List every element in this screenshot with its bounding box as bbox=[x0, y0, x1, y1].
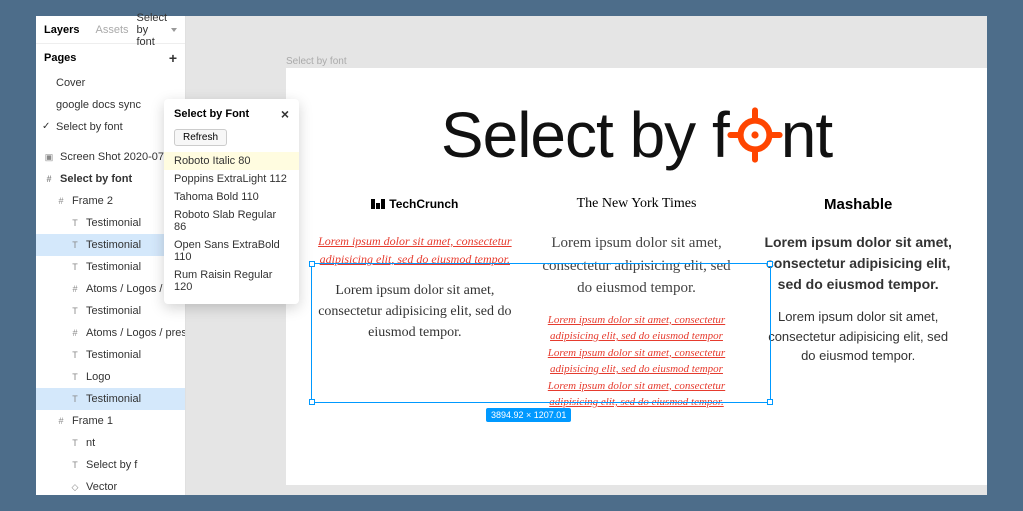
column-2: The New York Times Lorem ipsum dolor sit… bbox=[538, 190, 736, 423]
layer-row[interactable]: T Testimonial bbox=[36, 344, 185, 366]
add-page-button[interactable]: + bbox=[169, 50, 177, 66]
frame-icon: # bbox=[70, 284, 80, 294]
layer-label: Testimonial bbox=[86, 239, 141, 251]
text-icon: T bbox=[70, 306, 80, 316]
layer-row[interactable]: ▣Screen Shot 2020-07-08 at 16 bbox=[36, 146, 185, 168]
layer-label: Testimonial bbox=[86, 261, 141, 273]
layer-label: Testimonial bbox=[86, 349, 141, 361]
layer-label: Frame 2 bbox=[72, 195, 113, 207]
page-item[interactable]: google docs sync bbox=[36, 94, 185, 116]
tab-layers[interactable]: Layers bbox=[36, 24, 87, 36]
layer-row[interactable]: T Testimonial bbox=[36, 234, 185, 256]
columns: TechCrunch Lorem ipsum dolor sit amet, c… bbox=[286, 190, 987, 423]
headline: Select by f nt bbox=[286, 68, 987, 190]
text-icon: T bbox=[70, 372, 80, 382]
layer-label: Logo bbox=[86, 371, 110, 383]
frame-icon: # bbox=[44, 174, 54, 184]
image-icon: ▣ bbox=[44, 152, 54, 162]
brand-nyt: The New York Times bbox=[538, 190, 736, 218]
font-option[interactable]: Roboto Italic 80 bbox=[164, 152, 299, 170]
layer-row[interactable]: T Testimonial bbox=[36, 212, 185, 234]
testimonial-text[interactable]: Lorem ipsum dolor sit amet, consectetur … bbox=[538, 312, 736, 411]
font-option[interactable]: Roboto Slab Regular 86 bbox=[164, 206, 299, 236]
page-dropdown-label: Select by font bbox=[137, 12, 169, 48]
layer-row[interactable]: T Select by f bbox=[36, 454, 185, 476]
text-icon: T bbox=[70, 218, 80, 228]
layer-row[interactable]: ◇ Vector bbox=[36, 476, 185, 498]
layer-row[interactable]: # Select by font bbox=[36, 168, 185, 190]
headline-text: Select by f nt bbox=[441, 98, 832, 172]
brand-techcrunch: TechCrunch bbox=[316, 190, 514, 218]
techcrunch-logo-icon bbox=[371, 199, 385, 209]
testimonial-text[interactable]: Lorem ipsum dolor sit amet, consectetur … bbox=[316, 232, 514, 268]
testimonial-text[interactable]: Lorem ipsum dolor sit amet, consectetur … bbox=[759, 307, 957, 366]
testimonial-text[interactable]: Lorem ipsum dolor sit amet, consectetur … bbox=[316, 280, 514, 343]
layer-row[interactable]: # Frame 2 bbox=[36, 190, 185, 212]
close-icon[interactable]: × bbox=[281, 107, 289, 121]
font-option[interactable]: Poppins ExtraLight 112 bbox=[164, 170, 299, 188]
layer-label: Select by f bbox=[86, 459, 137, 471]
frame-icon: # bbox=[70, 328, 80, 338]
text-icon: T bbox=[70, 262, 80, 272]
column-3: Mashable Lorem ipsum dolor sit amet, con… bbox=[759, 190, 957, 423]
page-item[interactable]: Select by font bbox=[36, 116, 185, 138]
layer-label: Select by font bbox=[60, 173, 132, 185]
testimonial-text[interactable]: Lorem ipsum dolor sit amet, consectetur … bbox=[759, 232, 957, 295]
select-by-font-popover: Select by Font × Refresh Roboto Italic 8… bbox=[164, 99, 299, 304]
text-icon: T bbox=[70, 460, 80, 470]
tab-assets[interactable]: Assets bbox=[87, 24, 136, 36]
page-list: Cover google docs sync Select by font bbox=[36, 72, 185, 138]
pages-heading: Pages + bbox=[36, 44, 185, 72]
text-icon: T bbox=[70, 438, 80, 448]
page-dropdown[interactable]: Select by font bbox=[137, 12, 178, 48]
column-1: TechCrunch Lorem ipsum dolor sit amet, c… bbox=[316, 190, 514, 423]
text-icon: T bbox=[70, 240, 80, 250]
layer-label: Testimonial bbox=[86, 305, 141, 317]
layer-row[interactable]: # Atoms / Logos / pres bbox=[36, 322, 185, 344]
artboard: Select by f nt bbox=[286, 68, 987, 485]
font-option[interactable]: Rum Raisin Regular 120 bbox=[164, 266, 299, 296]
vector-icon: ◇ bbox=[70, 482, 80, 492]
frame-icon: # bbox=[56, 196, 66, 206]
layer-row[interactable]: T Testimonial bbox=[36, 388, 185, 410]
text-icon: T bbox=[70, 350, 80, 360]
canvas[interactable]: Select by font Select by f nt bbox=[186, 16, 987, 495]
layer-label: Atoms / Logos / pres bbox=[86, 327, 185, 339]
font-list: Roboto Italic 80Poppins ExtraLight 112Ta… bbox=[164, 152, 299, 296]
layer-label: nt bbox=[86, 437, 95, 449]
font-option[interactable]: Tahoma Bold 110 bbox=[164, 188, 299, 206]
popover-title: Select by Font bbox=[174, 108, 249, 120]
popover-header: Select by Font × bbox=[164, 107, 299, 127]
testimonial-text[interactable]: Lorem ipsum dolor sit amet, consectetur … bbox=[538, 232, 736, 300]
layer-row[interactable]: T Testimonial bbox=[36, 300, 185, 322]
frame-icon: # bbox=[56, 416, 66, 426]
text-icon: T bbox=[70, 394, 80, 404]
brand-mashable: Mashable bbox=[759, 190, 957, 218]
refresh-button[interactable]: Refresh bbox=[174, 129, 227, 146]
layer-row[interactable]: #Atoms / Logos / pres bbox=[36, 278, 185, 300]
page-item[interactable]: Cover bbox=[36, 72, 185, 94]
headline-right: nt bbox=[781, 98, 832, 172]
target-icon bbox=[725, 105, 785, 165]
layer-row[interactable]: T Testimonial bbox=[36, 256, 185, 278]
layer-list: ▣Screen Shot 2020-07-08 at 16 # Select by … bbox=[36, 146, 185, 498]
selection-dimensions-badge: 3894.92 × 1207.01 bbox=[486, 408, 571, 422]
panel-topbar: Layers Assets Select by font bbox=[36, 16, 185, 44]
layer-label: Testimonial bbox=[86, 217, 141, 229]
layer-row[interactable]: T Logo bbox=[36, 366, 185, 388]
chevron-down-icon bbox=[171, 28, 177, 32]
layer-label: Testimonial bbox=[86, 393, 141, 405]
layer-row[interactable]: # Frame 1 bbox=[36, 410, 185, 432]
font-option[interactable]: Open Sans ExtraBold 110 bbox=[164, 236, 299, 266]
layer-row[interactable]: Tnt bbox=[36, 432, 185, 454]
layer-label: Frame 1 bbox=[72, 415, 113, 427]
layer-label: Vector bbox=[86, 481, 117, 493]
frame-label[interactable]: Select by font bbox=[286, 56, 347, 67]
headline-left: Select by f bbox=[441, 98, 729, 172]
